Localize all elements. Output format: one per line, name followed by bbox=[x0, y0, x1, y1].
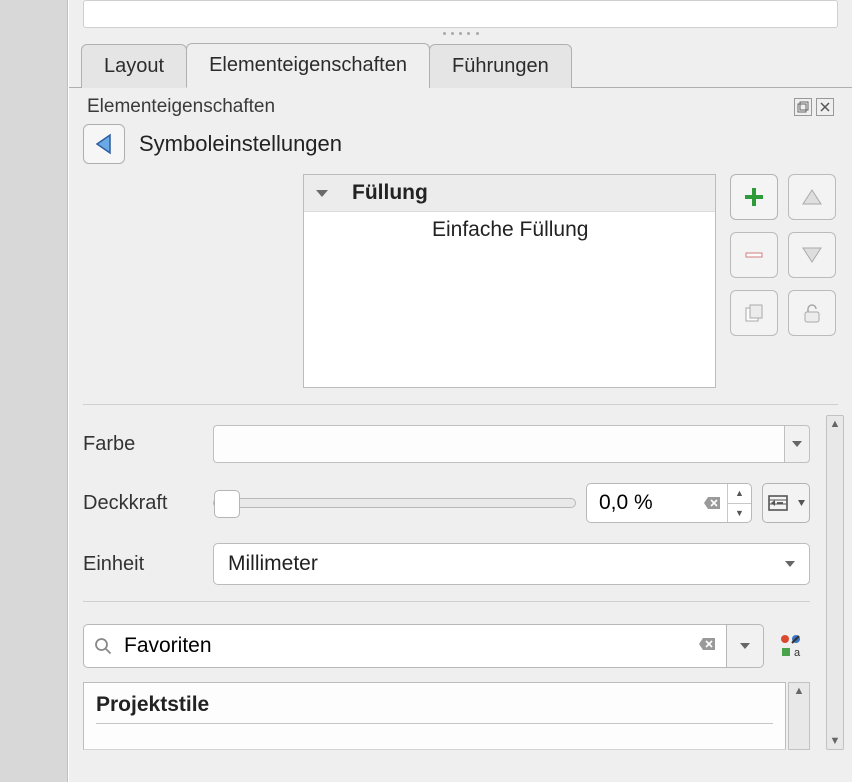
data-defined-override-button[interactable] bbox=[762, 483, 810, 523]
section-title: Symboleinstellungen bbox=[139, 131, 342, 157]
panel-title: Elementeigenschaften bbox=[87, 96, 275, 118]
favorites-search[interactable] bbox=[83, 624, 726, 668]
close-panel-button[interactable] bbox=[816, 98, 834, 116]
slider-thumb[interactable] bbox=[214, 490, 240, 518]
tree-node-label: Einfache Füllung bbox=[432, 218, 588, 242]
tree-node-label: Füllung bbox=[352, 181, 428, 205]
opacity-slider[interactable] bbox=[213, 498, 576, 508]
lock-open-icon bbox=[802, 302, 822, 324]
scroll-down-icon[interactable]: ▼ bbox=[830, 735, 841, 747]
chevron-down-icon bbox=[785, 561, 795, 567]
back-button[interactable] bbox=[83, 124, 125, 164]
color-picker[interactable] bbox=[213, 425, 784, 463]
favorites-search-input[interactable] bbox=[122, 633, 688, 659]
project-styles-header: Projektstile bbox=[96, 693, 209, 716]
tab-guides[interactable]: Führungen bbox=[429, 44, 572, 88]
chevron-down-icon bbox=[740, 643, 750, 649]
left-gutter bbox=[0, 0, 68, 782]
chevron-down-icon[interactable] bbox=[316, 190, 328, 197]
color-dropdown-button[interactable] bbox=[784, 425, 810, 463]
undock-button[interactable] bbox=[794, 98, 812, 116]
project-styles-list[interactable]: Projektstile bbox=[83, 682, 786, 750]
tab-layout[interactable]: Layout bbox=[81, 44, 187, 88]
styles-scrollbar[interactable]: ▲ bbox=[788, 682, 810, 750]
color-label: Farbe bbox=[83, 433, 195, 456]
svg-text:a: a bbox=[794, 647, 801, 659]
style-manager-button[interactable]: a bbox=[774, 628, 810, 664]
minus-icon bbox=[743, 250, 765, 260]
move-up-button[interactable] bbox=[788, 174, 836, 220]
data-override-icon bbox=[767, 491, 797, 515]
clear-search-icon[interactable] bbox=[698, 635, 716, 657]
opacity-input[interactable] bbox=[587, 484, 697, 522]
add-layer-button[interactable] bbox=[730, 174, 778, 220]
opacity-label: Deckkraft bbox=[83, 492, 195, 515]
tree-node-fill[interactable]: Füllung bbox=[304, 175, 715, 212]
preview-canvas bbox=[83, 0, 838, 28]
symbol-layer-tree[interactable]: Füllung Einfache Füllung bbox=[303, 174, 716, 388]
duplicate-layer-button[interactable] bbox=[730, 290, 778, 336]
splitter-handle[interactable] bbox=[69, 28, 852, 38]
chevron-down-icon bbox=[792, 441, 802, 447]
properties-scrollbar[interactable]: ▲ ▼ bbox=[826, 415, 844, 750]
plus-icon bbox=[743, 186, 765, 208]
move-down-button[interactable] bbox=[788, 232, 836, 278]
copy-icon bbox=[743, 302, 765, 324]
style-manager-icon: a bbox=[778, 632, 806, 660]
lock-layer-button[interactable] bbox=[788, 290, 836, 336]
spin-down-button[interactable]: ▼ bbox=[728, 504, 751, 523]
opacity-spinbox[interactable]: ▲ ▼ bbox=[586, 483, 752, 523]
clear-icon[interactable] bbox=[697, 484, 727, 522]
triangle-left-icon bbox=[94, 133, 114, 155]
tree-node-simple-fill[interactable]: Einfache Füllung bbox=[304, 212, 715, 248]
search-icon bbox=[94, 637, 112, 655]
tab-item-properties[interactable]: Elementeigenschaften bbox=[186, 43, 430, 88]
unit-select[interactable]: Millimeter bbox=[213, 543, 810, 585]
scroll-up-icon[interactable]: ▲ bbox=[830, 418, 841, 430]
triangle-down-icon bbox=[801, 246, 823, 264]
triangle-up-icon bbox=[801, 188, 823, 206]
unit-value: Millimeter bbox=[228, 552, 318, 576]
spin-up-button[interactable]: ▲ bbox=[728, 484, 751, 504]
unit-label: Einheit bbox=[83, 553, 195, 576]
remove-layer-button[interactable] bbox=[730, 232, 778, 278]
scroll-up-icon[interactable]: ▲ bbox=[794, 685, 805, 697]
tab-bar: Layout Elementeigenschaften Führungen bbox=[69, 38, 852, 88]
favorites-dropdown-button[interactable] bbox=[726, 624, 764, 668]
